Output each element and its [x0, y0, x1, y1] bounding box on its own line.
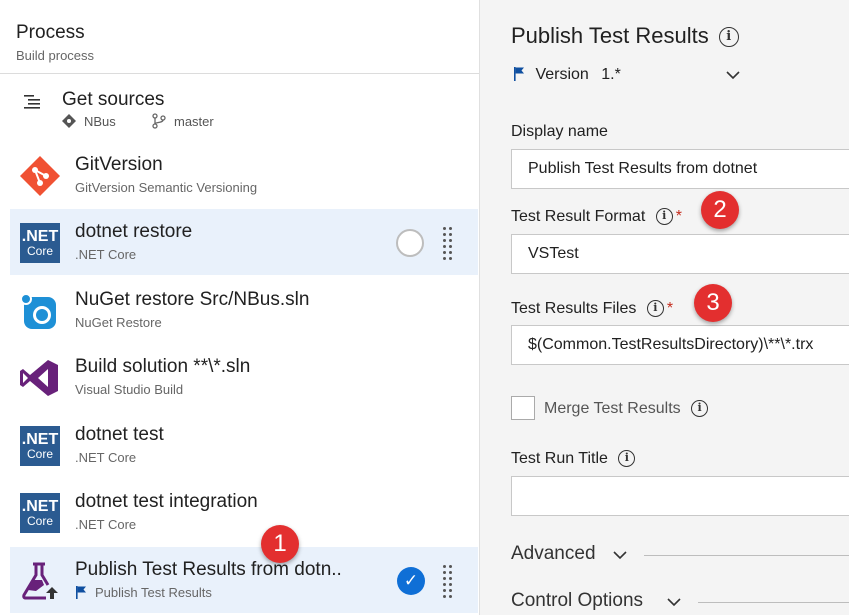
info-icon[interactable]: i: [618, 450, 636, 468]
task-subtitle: .NET Core: [75, 450, 137, 465]
drag-handle-icon[interactable]: [442, 565, 454, 598]
merge-test-results-label: Merge Test Results: [544, 400, 681, 417]
task-item-gitversion[interactable]: GitVersion GitVersion Semantic Versionin…: [10, 142, 478, 208]
annotation-badge-2: 2: [701, 191, 739, 229]
chevron-down-icon[interactable]: [667, 595, 681, 609]
task-name: Publish Test Results from dotn..: [75, 559, 342, 580]
test-result-format-label: Test Result Format: [511, 208, 646, 225]
control-options-section-toggle[interactable]: Control Options: [511, 590, 643, 612]
display-name-field[interactable]: Publish Test Results from dotnet: [511, 149, 849, 189]
drag-handle-icon[interactable]: [442, 227, 454, 260]
info-icon[interactable]: i: [691, 400, 709, 418]
task-item-nuget-restore[interactable]: NuGet restore Src/NBus.sln NuGet Restore: [10, 277, 478, 343]
gitversion-icon: [20, 156, 60, 196]
task-subtitle: .NET Core: [75, 517, 137, 532]
nuget-icon: [20, 293, 56, 329]
merge-test-results-checkbox[interactable]: [511, 396, 535, 420]
dotnet-core-icon: .NET Core: [20, 493, 60, 533]
annotation-badge-1: 1: [261, 525, 299, 563]
section-divider: [644, 555, 849, 556]
advanced-section-label: Advanced: [511, 543, 596, 564]
process-panel: Process Build process Get sources NBus m…: [0, 0, 480, 615]
task-name: NuGet restore Src/NBus.sln: [75, 289, 310, 310]
task-subtitle: Publish Test Results: [95, 585, 212, 600]
repo-icon: [62, 114, 76, 128]
test-run-title-label-row: Test Run Title i: [511, 450, 636, 468]
get-sources-icon: [24, 95, 40, 109]
version-value: 1.*: [601, 66, 621, 83]
core-icon-text: Core: [26, 513, 53, 528]
merge-test-results-label-row: Merge Test Results i: [544, 400, 709, 418]
dotnet-core-icon: .NET Core: [20, 426, 60, 466]
task-subtitle: Visual Studio Build: [75, 382, 184, 397]
repo-name: NBus: [84, 114, 116, 129]
task-name: dotnet test: [75, 424, 164, 445]
task-item-dotnet-restore[interactable]: .NET Core dotnet restore .NET Core: [10, 209, 478, 275]
task-subtitle: .NET Core: [75, 247, 137, 262]
net-icon-text: .NET: [21, 227, 59, 245]
test-results-files-label-row: Test Results Files i *: [511, 300, 673, 318]
task-subtitle: GitVersion Semantic Versioning: [75, 180, 258, 195]
task-name: GitVersion: [75, 154, 163, 175]
flag-icon: [514, 67, 524, 81]
test-run-title-field[interactable]: [511, 476, 849, 516]
task-item-publish-test-results[interactable]: Publish Test Results from dotn.. Publish…: [10, 547, 478, 613]
info-icon[interactable]: i: [718, 27, 739, 48]
branch-name: master: [174, 114, 214, 129]
get-sources-item[interactable]: Get sources NBus master: [10, 76, 478, 140]
task-item-build-solution[interactable]: Build solution **\*.sln Visual Studio Bu…: [10, 344, 478, 410]
info-icon[interactable]: i: [655, 208, 673, 226]
test-run-title-label: Test Run Title: [511, 450, 608, 467]
required-marker: *: [675, 208, 682, 225]
task-item-dotnet-test-integration[interactable]: .NET Core dotnet test integration .NET C…: [10, 479, 478, 545]
get-sources-label: Get sources: [62, 89, 165, 110]
flag-icon: [76, 586, 86, 599]
info-icon[interactable]: i: [646, 300, 664, 318]
display-name-label: Display name: [511, 123, 608, 140]
process-subtitle: Build process: [16, 48, 95, 63]
test-results-files-field[interactable]: $(Common.TestResultsDirectory)\**\*.trx: [511, 325, 849, 365]
dotnet-core-icon: .NET Core: [20, 223, 60, 263]
test-results-files-label: Test Results Files: [511, 300, 637, 317]
core-icon-text: Core: [26, 243, 53, 258]
task-name: dotnet test integration: [75, 491, 258, 512]
task-select-checkbox[interactable]: [396, 229, 424, 257]
task-name: Build solution **\*.sln: [75, 356, 251, 377]
task-name: dotnet restore: [75, 221, 193, 242]
task-properties-panel: Publish Test Results i Version 1.* Displa…: [480, 0, 849, 615]
core-icon-text: Core: [26, 446, 53, 461]
net-icon-text: .NET: [21, 430, 59, 448]
task-item-dotnet-test[interactable]: .NET Core dotnet test .NET Core: [10, 412, 478, 478]
process-title: Process: [16, 22, 85, 43]
chevron-down-icon[interactable]: [613, 548, 627, 562]
net-icon-text: .NET: [21, 497, 59, 515]
branch-icon: [152, 113, 166, 129]
version-label: Version: [535, 66, 589, 83]
test-result-format-select[interactable]: VSTest: [511, 234, 849, 274]
test-flask-icon: [22, 562, 58, 600]
annotation-badge-3: 3: [694, 284, 732, 322]
advanced-section-toggle[interactable]: Advanced: [511, 543, 596, 565]
section-divider: [698, 602, 849, 603]
required-marker: *: [666, 300, 674, 317]
task-title-row: Publish Test Results i: [511, 23, 739, 49]
visual-studio-icon: [20, 360, 58, 396]
task-selected-checkmark-icon[interactable]: ✓: [397, 567, 425, 595]
task-title: Publish Test Results: [511, 23, 709, 48]
version-selector[interactable]: Version 1.*: [513, 66, 621, 84]
control-options-section-label: Control Options: [511, 590, 644, 611]
task-subtitle: NuGet Restore: [75, 315, 162, 330]
test-result-format-label-row: Test Result Format i *: [511, 208, 682, 226]
chevron-down-icon[interactable]: [726, 68, 740, 82]
process-header[interactable]: Process Build process: [0, 0, 479, 74]
